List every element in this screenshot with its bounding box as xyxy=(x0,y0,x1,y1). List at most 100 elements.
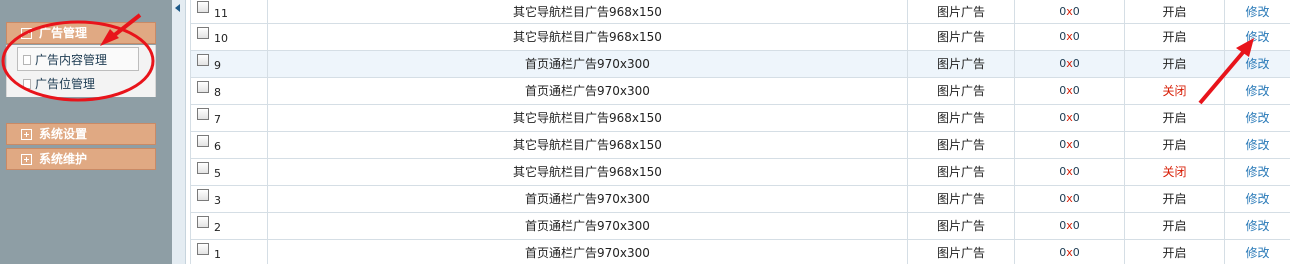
ad-name: 首页通栏广告970x300 xyxy=(267,211,908,240)
ad-type: 图片广告 xyxy=(907,76,1015,105)
click-count-cell: 0x0 xyxy=(1014,103,1125,132)
table-row: 3 首页通栏广告970x300 图片广告 0x0 开启 修改 xyxy=(190,184,1290,213)
row-checkbox[interactable] xyxy=(197,53,209,66)
ad-type: 图片广告 xyxy=(907,49,1015,78)
click-count-suffix: 0 xyxy=(1072,111,1080,124)
row-checkbox[interactable] xyxy=(197,80,209,93)
click-count-suffix: 0 xyxy=(1072,138,1080,151)
table-row: 10 其它导航栏目广告968x150 图片广告 0x0 开启 修改 xyxy=(190,22,1290,51)
status-cell: 关闭 xyxy=(1124,76,1225,105)
table-row: 1 首页通栏广告970x300 图片广告 0x0 开启 修改 xyxy=(190,238,1290,264)
submenu-ad-position-label: 广告位管理 xyxy=(35,77,96,91)
edit-link[interactable]: 修改 xyxy=(1245,57,1269,71)
menu-system-maintenance-label: 系统维护 xyxy=(39,152,88,166)
row-checkbox[interactable] xyxy=(197,161,209,174)
click-count-cell: 0x0 xyxy=(1014,211,1125,240)
row-checkbox[interactable] xyxy=(197,107,209,120)
table-row: 8 首页通栏广告970x300 图片广告 0x0 关闭 修改 xyxy=(190,76,1290,105)
click-count-cell: 0x0 xyxy=(1014,130,1125,159)
click-count-suffix: 0 xyxy=(1072,4,1080,18)
click-count-cell: 0x0 xyxy=(1014,184,1125,213)
edit-link[interactable]: 修改 xyxy=(1245,165,1269,179)
select-cell: 6 xyxy=(190,130,268,159)
sidebar-collapse-bar[interactable] xyxy=(172,0,186,264)
select-cell: 8 xyxy=(190,76,268,105)
menu-system-maintenance[interactable]: 系统维护 xyxy=(6,148,156,170)
ad-name: 其它导航栏目广告968x150 xyxy=(267,130,908,159)
edit-link[interactable]: 修改 xyxy=(1245,30,1269,44)
menu-system-settings-label: 系统设置 xyxy=(39,127,88,141)
select-cell: 9 xyxy=(190,49,268,78)
row-id: 1 xyxy=(214,248,221,261)
row-checkbox[interactable] xyxy=(197,26,209,39)
select-cell: 7 xyxy=(190,103,268,132)
row-id: 5 xyxy=(214,167,221,180)
edit-cell: 修改 xyxy=(1224,0,1290,24)
table-row: 6 其它导航栏目广告968x150 图片广告 0x0 开启 修改 xyxy=(190,130,1290,159)
ad-name: 其它导航栏目广告968x150 xyxy=(267,103,908,132)
table-row: 2 首页通栏广告970x300 图片广告 0x0 开启 修改 xyxy=(190,211,1290,240)
table-row: 11 其它导航栏目广告968x150 图片广告 0x0 开启 修改 xyxy=(190,0,1290,24)
row-checkbox[interactable] xyxy=(197,215,209,228)
edit-link[interactable]: 修改 xyxy=(1245,111,1269,125)
edit-link[interactable]: 修改 xyxy=(1245,84,1269,98)
click-count-suffix: 0 xyxy=(1072,219,1080,232)
status-text: 开启 xyxy=(1162,219,1187,233)
row-id: 6 xyxy=(214,140,221,153)
ad-list: 11 其它导航栏目广告968x150 图片广告 0x0 开启 修改 10 其它导航栏目广告96… xyxy=(190,0,1290,264)
table-row: 9 首页通栏广告970x300 图片广告 0x0 开启 修改 xyxy=(190,49,1290,78)
menu-system-settings[interactable]: 系统设置 xyxy=(6,123,156,145)
ad-submenu: 广告内容管理 广告位管理 xyxy=(6,45,156,97)
status-cell: 开启 xyxy=(1124,184,1225,213)
expand-icon xyxy=(21,154,32,165)
select-cell: 5 xyxy=(190,157,268,186)
ad-type: 图片广告 xyxy=(907,130,1015,159)
click-count-cell: 0x0 xyxy=(1014,22,1125,51)
click-count-cell: 0x0 xyxy=(1014,49,1125,78)
click-count-suffix: 0 xyxy=(1072,246,1080,259)
row-checkbox[interactable] xyxy=(197,242,209,255)
submenu-ad-position[interactable]: 广告位管理 xyxy=(7,72,157,96)
ad-name: 首页通栏广告970x300 xyxy=(267,49,908,78)
click-count-suffix: 0 xyxy=(1072,84,1080,97)
ad-name: 首页通栏广告970x300 xyxy=(267,184,908,213)
status-text: 开启 xyxy=(1162,111,1187,125)
menu-ad-management[interactable]: 广告管理 xyxy=(6,22,156,44)
chevron-left-icon xyxy=(175,4,180,12)
edit-link[interactable]: 修改 xyxy=(1245,138,1269,152)
row-checkbox[interactable] xyxy=(197,134,209,147)
ad-name: 首页通栏广告970x300 xyxy=(267,76,908,105)
edit-link[interactable]: 修改 xyxy=(1245,5,1269,19)
submenu-ad-content[interactable]: 广告内容管理 xyxy=(17,47,139,71)
edit-link[interactable]: 修改 xyxy=(1245,192,1269,206)
status-cell: 开启 xyxy=(1124,238,1225,264)
click-count-cell: 0x0 xyxy=(1014,238,1125,264)
ad-type: 图片广告 xyxy=(907,238,1015,264)
status-text: 关闭 xyxy=(1162,165,1187,179)
ad-name: 其它导航栏目广告968x150 xyxy=(267,157,908,186)
select-cell: 3 xyxy=(190,184,268,213)
status-cell: 开启 xyxy=(1124,211,1225,240)
row-id: 9 xyxy=(214,59,221,72)
ad-name: 其它导航栏目广告968x150 xyxy=(267,22,908,51)
sidebar: 广告管理 广告内容管理 广告位管理 系统设置 系统维护 xyxy=(0,0,172,264)
click-count-suffix: 0 xyxy=(1072,30,1080,43)
edit-link[interactable]: 修改 xyxy=(1245,219,1269,233)
collapse-icon xyxy=(21,28,32,39)
status-text: 开启 xyxy=(1162,30,1187,44)
click-count-suffix: 0 xyxy=(1072,192,1080,205)
row-checkbox[interactable] xyxy=(197,1,209,14)
row-id: 10 xyxy=(214,32,228,45)
click-count-suffix: 0 xyxy=(1072,57,1080,70)
status-text: 开启 xyxy=(1162,192,1187,206)
ad-type: 图片广告 xyxy=(907,157,1015,186)
row-checkbox[interactable] xyxy=(197,188,209,201)
ad-name: 首页通栏广告970x300 xyxy=(267,238,908,264)
row-id: 11 xyxy=(214,6,228,20)
click-count-cell: 0x0 xyxy=(1014,157,1125,186)
row-id: 3 xyxy=(214,194,221,207)
edit-link[interactable]: 修改 xyxy=(1245,246,1269,260)
click-count-cell: 0x0 xyxy=(1014,76,1125,105)
edit-cell: 修改 xyxy=(1224,157,1290,186)
click-count-suffix: 0 xyxy=(1072,165,1080,178)
